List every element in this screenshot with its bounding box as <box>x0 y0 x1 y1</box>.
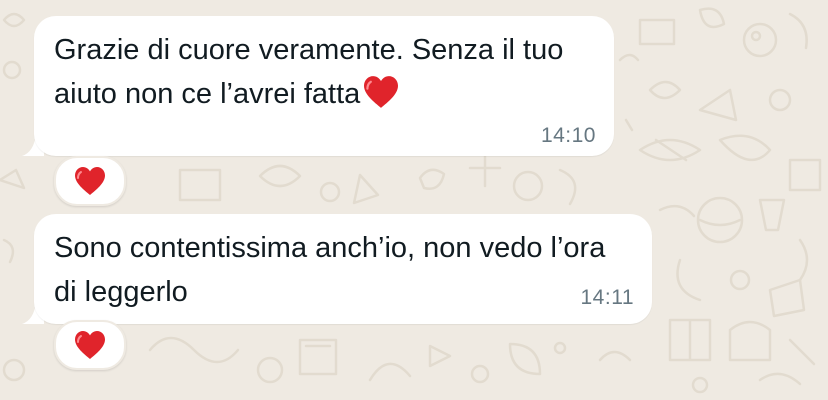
message-timestamp: 14:10 <box>540 124 596 147</box>
message-text: Sono contentissima anch’io, non vedo l’o… <box>54 232 614 308</box>
message-text: Grazie di cuore veramente. Senza il tuo … <box>54 34 572 110</box>
message-reaction[interactable] <box>54 320 126 370</box>
red-heart-emoji-icon <box>75 167 105 195</box>
message-reaction[interactable] <box>54 156 126 206</box>
red-heart-emoji-icon <box>75 331 105 359</box>
incoming-message-bubble[interactable]: Grazie di cuore veramente. Senza il tuo … <box>34 16 614 156</box>
incoming-message-bubble[interactable]: Sono contentissima anch’io, non vedo l’o… <box>34 214 652 324</box>
red-heart-emoji-icon <box>364 76 399 108</box>
message-timestamp: 14:11 <box>580 286 634 309</box>
